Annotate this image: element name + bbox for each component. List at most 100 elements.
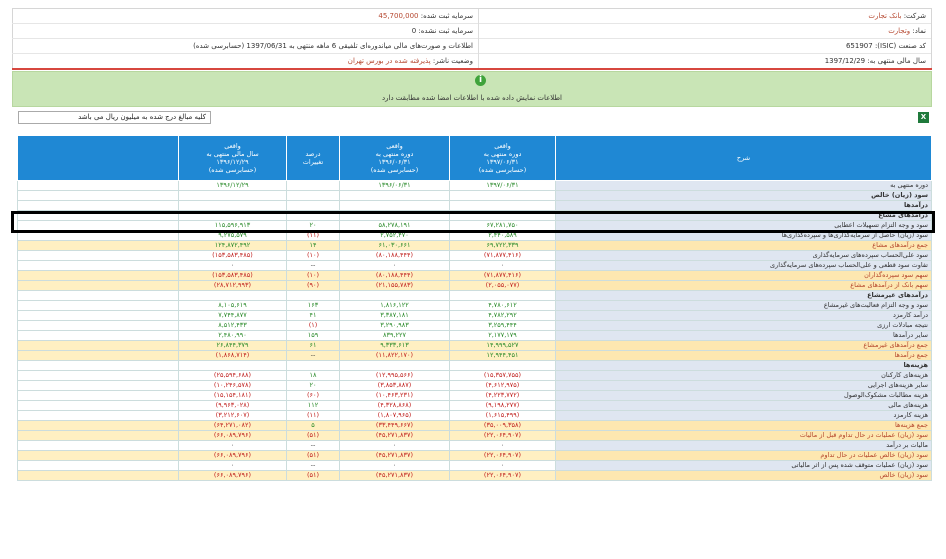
cell-annual: (۹,۹۶۳,۰۲۸) bbox=[178, 400, 287, 411]
cell-spacer bbox=[17, 470, 179, 481]
cell-change: ۱۵۹ bbox=[286, 330, 340, 341]
row-desc: سود (زیان) عملیات در حال تداوم قبل از ما… bbox=[555, 430, 932, 441]
excel-export-icon[interactable]: X bbox=[918, 112, 929, 123]
row-desc: جمع درآمدهای مشاع bbox=[555, 240, 932, 251]
cell-current: ۰ bbox=[449, 440, 556, 451]
info-value: بانک تجارت bbox=[868, 12, 902, 20]
cell-annual: ۸,۵۱۲,۴۳۳ bbox=[178, 320, 287, 331]
table-row: سهم بانک از درآمدهای مشاع (۲,۰۵۵,۰۷۷) (۲۱,… bbox=[17, 280, 932, 291]
info-label: سرمایه ثبت شده: bbox=[420, 12, 473, 20]
verification-text: اطلاعات نمایش داده شده با اطلاعات امضا ش… bbox=[382, 94, 562, 102]
cell-spacer bbox=[17, 320, 179, 331]
cell-spacer bbox=[17, 380, 179, 391]
cell-current bbox=[449, 200, 556, 211]
verification-banner: i اطلاعات نمایش داده شده با اطلاعات امضا… bbox=[12, 71, 932, 107]
cell-annual: (۶۶,۰۸۹,۷۹۶) bbox=[178, 470, 287, 481]
cell-annual: ۱۲۴,۸۷۲,۴۹۲ bbox=[178, 240, 287, 251]
cell-current: ۱۲,۹۴۴,۴۵۱ bbox=[449, 350, 556, 361]
cell-previous: ۹,۳۳۳,۶۱۳ bbox=[339, 340, 450, 351]
cell-annual: (۳,۲۱۲,۶۰۷) bbox=[178, 410, 287, 421]
cell-change: -- bbox=[286, 460, 340, 471]
row-desc: درآمدهای غیرمشاع bbox=[555, 290, 932, 301]
info-label: نماد: bbox=[912, 27, 926, 35]
cell-previous: (۸۰,۱۸۸,۴۴۴) bbox=[339, 250, 450, 261]
row-desc: نتیجه مبادلات ارزی bbox=[555, 320, 932, 331]
row-desc: سهم بانک از درآمدهای مشاع bbox=[555, 280, 932, 291]
cell-previous: (۱۲,۹۹۵,۵۶۶) bbox=[339, 370, 450, 381]
cell-previous: ۶۱,۰۳۰,۶۶۱ bbox=[339, 240, 450, 251]
cell-annual: ۲,۴۸۰,۹۹۰ bbox=[178, 330, 287, 341]
table-row: سود علی‌الحساب سپرده‌های سرمایه‌گذاری (۷۱… bbox=[17, 250, 932, 261]
cell-spacer bbox=[17, 310, 179, 321]
row-desc: سهم سود سپرده‌گذاران bbox=[555, 270, 932, 281]
info-row: اطلاعات و صورت‌های مالی میاندوره‌ای تلفی… bbox=[12, 39, 478, 54]
col-header-current: واقعی دوره منتهی به ۱۳۹۷/۰۶/۳۱ (حسابرسی شده… bbox=[449, 135, 556, 181]
cell-spacer bbox=[17, 440, 179, 451]
col-header-line: واقعی bbox=[386, 142, 403, 150]
cell-spacer bbox=[17, 410, 179, 421]
cell-annual: (۱۰,۲۴۶,۵۷۸) bbox=[178, 380, 287, 391]
info-label: سرمایه ثبت نشده: bbox=[418, 27, 473, 35]
col-header-previous: واقعی دوره منتهی به ۱۳۹۶/۰۶/۳۱ (حسابرسی شده… bbox=[339, 135, 450, 181]
info-row: سرمایه ثبت شده: 45,700,000 bbox=[12, 9, 478, 24]
cell-current: (۲۲,۰۶۴,۹۰۷) bbox=[449, 430, 556, 441]
cell-previous: (۱,۸۰۷,۹۶۵) bbox=[339, 410, 450, 421]
cell-spacer bbox=[17, 430, 179, 441]
col-header-line: واقعی bbox=[494, 142, 511, 150]
cell-annual: (۱,۸۶۸,۷۱۴) bbox=[178, 350, 287, 361]
col-header-spacer bbox=[17, 135, 179, 181]
cell-change: (۵۱) bbox=[286, 450, 340, 461]
col-header-change: درصد تغییرات bbox=[286, 135, 340, 181]
cell-annual: (۲۸,۷۱۲,۹۹۳) bbox=[178, 280, 287, 291]
table-row: سود (زیان) عملیات در حال تداوم قبل از ما… bbox=[17, 430, 932, 441]
row-desc: سود (زیان) عملیات متوقف شده پس از اثر ما… bbox=[555, 460, 932, 471]
cell-spacer bbox=[17, 340, 179, 351]
cell-current: (۱۵,۳۵۷,۷۵۵) bbox=[449, 370, 556, 381]
cell-current: (۹,۱۹۸,۲۷۷) bbox=[449, 400, 556, 411]
income-statement-table: شرح واقعی دوره منتهی به ۱۳۹۷/۰۶/۳۱ (حسابرسی… bbox=[17, 135, 932, 481]
cell-annual bbox=[178, 200, 287, 211]
cell-previous: ۰ bbox=[339, 260, 450, 271]
info-label: سال مالی منتهی به: bbox=[867, 57, 926, 65]
info-value: 45,700,000 bbox=[378, 12, 419, 20]
cell-annual: ۱۳۹۶/۱۲/۲۹ bbox=[178, 180, 287, 191]
col-header-line: ۱۳۹۶/۱۲/۲۹ bbox=[216, 158, 249, 166]
cell-annual: (۱۵۳,۵۸۳,۴۸۵) bbox=[178, 270, 287, 281]
cell-annual: (۱۵,۱۵۴,۱۸۱) bbox=[178, 390, 287, 401]
cell-spacer bbox=[17, 190, 179, 201]
table-row: سود (زیان) خالص (۲۲,۰۶۴,۹۰۷) (۴۵,۲۷۱,۸۳۷)(… bbox=[17, 470, 932, 481]
cell-annual: (۲۵,۵۹۴,۶۸۸) bbox=[178, 370, 287, 381]
cell-change: -- bbox=[286, 260, 340, 271]
cell-change: (۹۰) bbox=[286, 280, 340, 291]
cell-previous: ۳,۳۸۷,۱۸۱ bbox=[339, 310, 450, 321]
table-row: جمع درآمدها ۱۲,۹۴۴,۴۵۱ (۱۱,۸۲۲,۱۷۰) -- (۱,۸۶… bbox=[17, 350, 932, 361]
col-header-line: (حسابرسی شده) bbox=[208, 166, 257, 174]
cell-annual: (۶۴,۲۷۱,۰۸۲) bbox=[178, 420, 287, 431]
cell-change: (۱۰) bbox=[286, 270, 340, 281]
table-row: تفاوت سود قطعی و علی‌الحساب سپرده‌های سر… bbox=[17, 260, 932, 271]
row-desc: درآمد کارمزد bbox=[555, 310, 932, 321]
cell-change: ۲۰ bbox=[286, 380, 340, 391]
row-desc: هزینه‌های مالی bbox=[555, 400, 932, 411]
cell-annual: ۷,۷۴۴,۸۷۷ bbox=[178, 310, 287, 321]
cell-change bbox=[286, 360, 340, 371]
row-desc: سود (زیان) خالص عملیات در حال تداوم bbox=[555, 450, 932, 461]
cell-annual bbox=[178, 190, 287, 201]
cell-spacer bbox=[17, 400, 179, 411]
divider-red bbox=[12, 68, 932, 70]
row-desc: سایر درآمدها bbox=[555, 330, 932, 341]
cell-current: (۱,۶۱۵,۴۹۹) bbox=[449, 410, 556, 421]
cell-previous: (۴,۳۲۸,۸۶۸) bbox=[339, 400, 450, 411]
cell-spacer bbox=[17, 360, 179, 371]
cell-previous bbox=[339, 200, 450, 211]
units-select[interactable]: کلیه مبالغ درج شده به میلیون ریال می باش… bbox=[18, 111, 211, 124]
cell-current: (۲۲,۰۶۴,۹۰۷) bbox=[449, 470, 556, 481]
cell-previous: ۰ bbox=[339, 440, 450, 451]
cell-change: ۱۴ bbox=[286, 240, 340, 251]
info-row: وضعیت ناشر: پذیرفته شده در بورس تهران bbox=[12, 54, 478, 69]
cell-spacer bbox=[17, 290, 179, 301]
info-row: شرکت: بانک تجارت bbox=[479, 9, 931, 24]
cell-previous: ۱۳۹۶/۰۶/۳۱ bbox=[339, 180, 450, 191]
info-value: وتجارت bbox=[888, 27, 911, 35]
cell-spacer bbox=[17, 450, 179, 461]
